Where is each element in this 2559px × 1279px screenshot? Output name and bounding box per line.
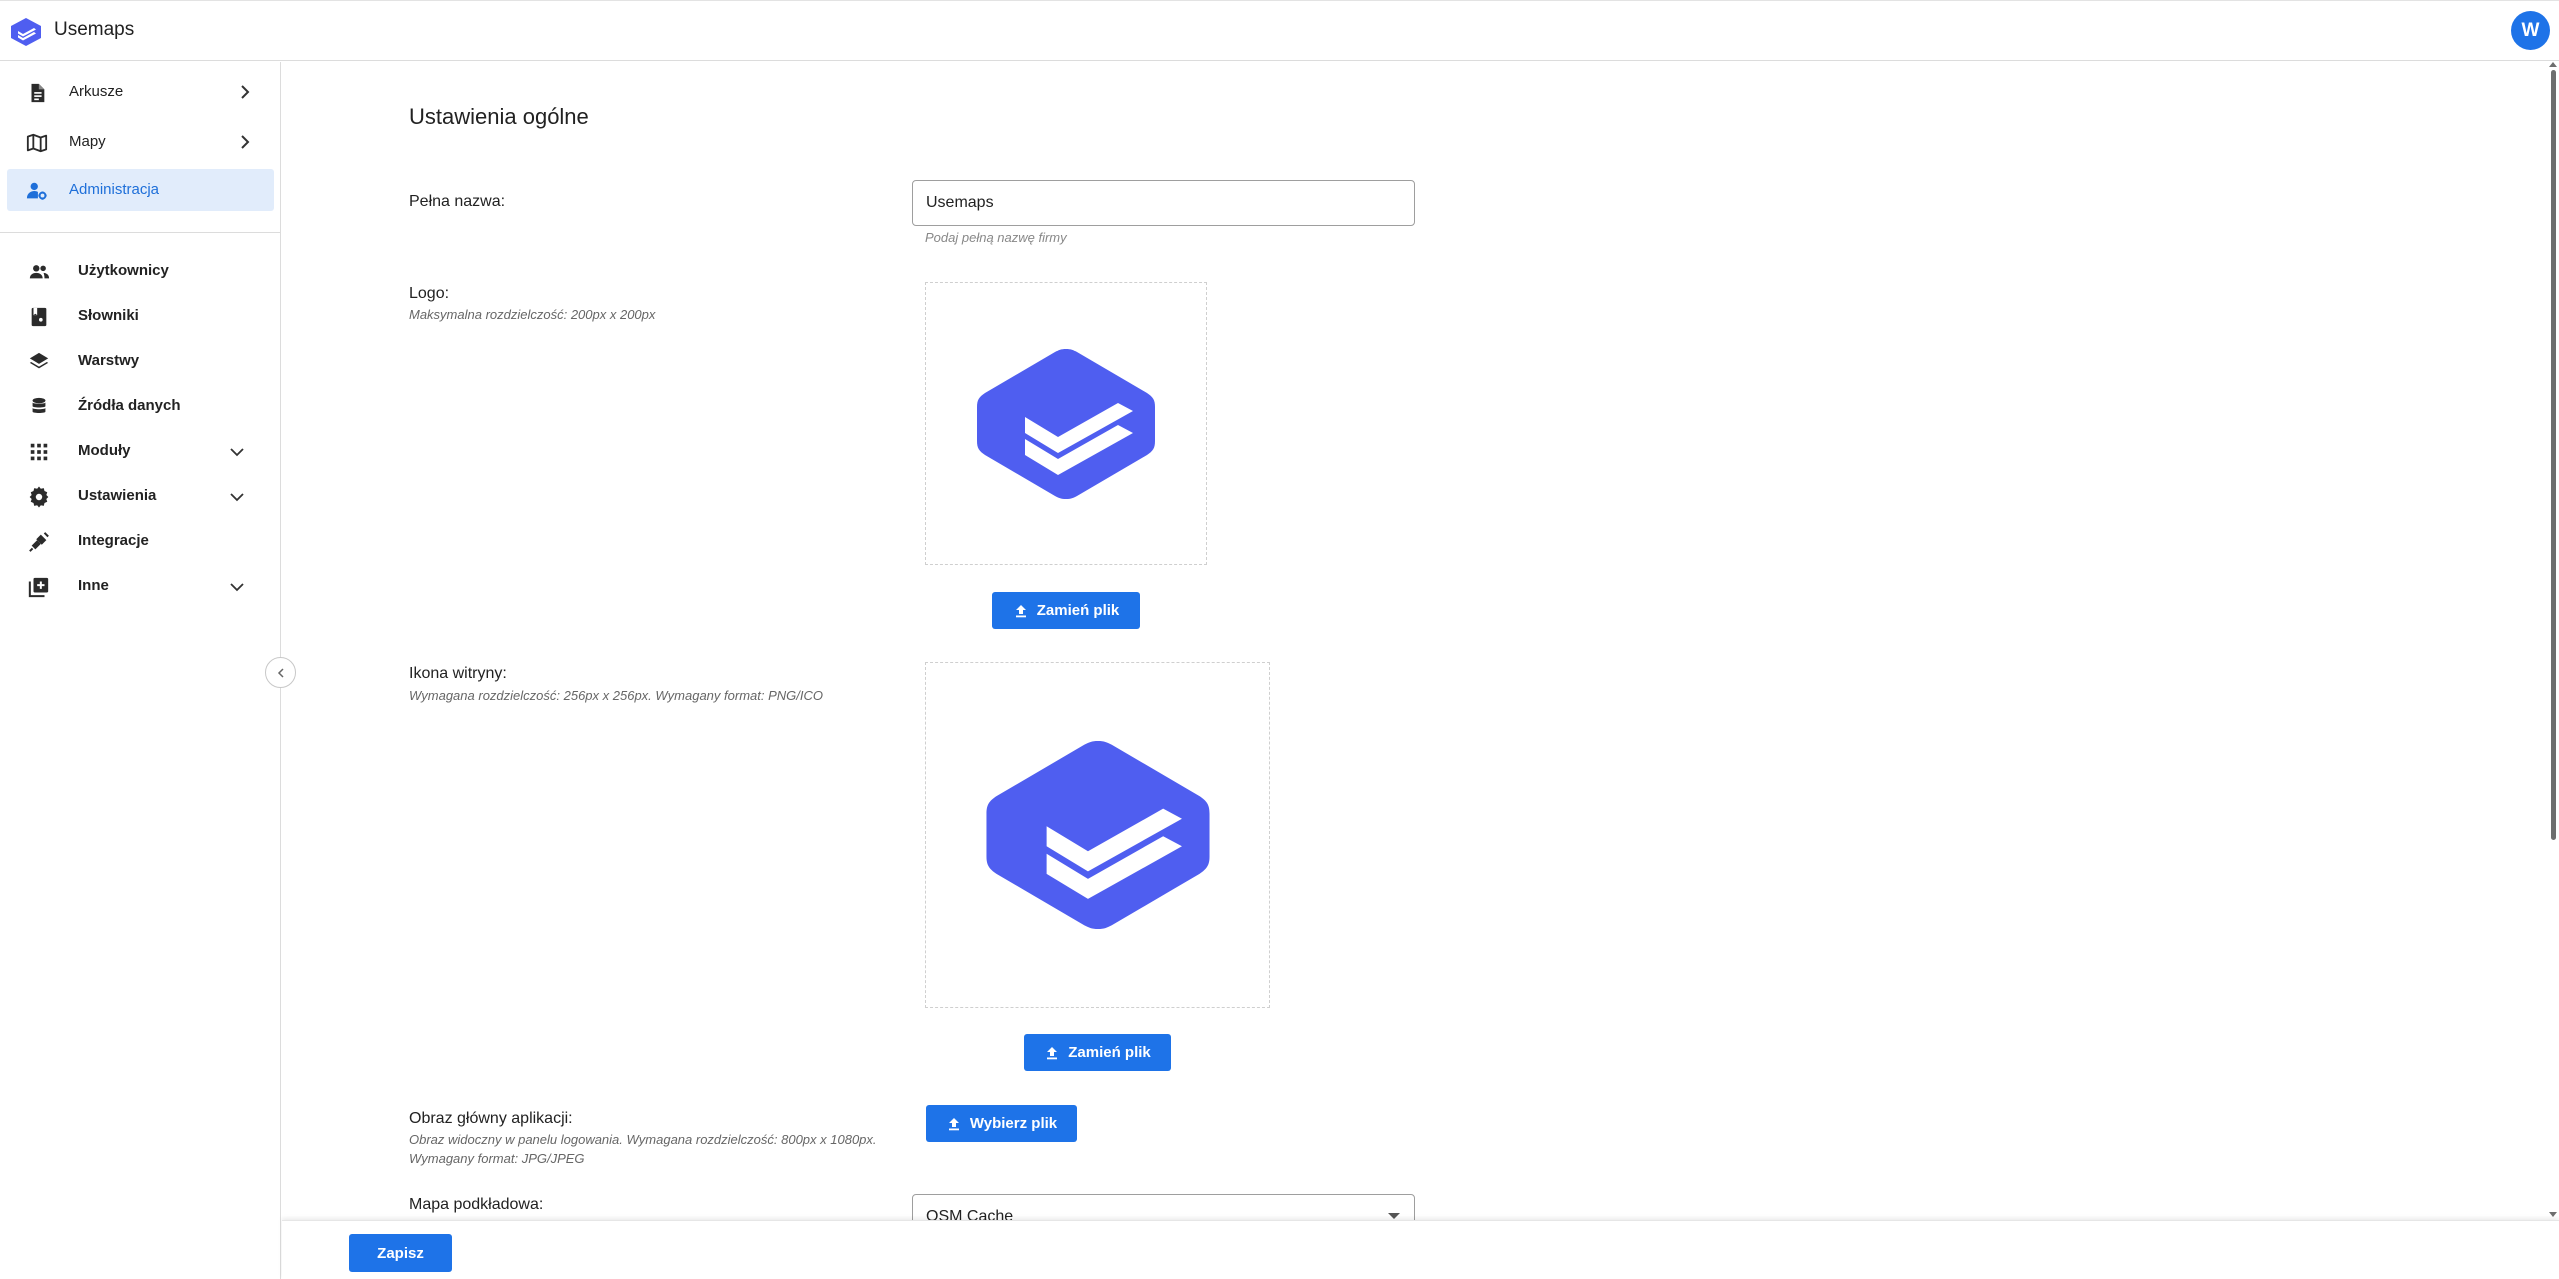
button-label: Zamień plik xyxy=(1068,1044,1151,1061)
sidebar-item-label: Warstwy xyxy=(78,352,140,369)
nav-label: Arkusze xyxy=(69,83,124,100)
sidebar-item-label: Słowniki xyxy=(78,307,139,324)
main-image-select-button[interactable]: Wybierz plik xyxy=(926,1105,1077,1142)
nav-label: Administracja xyxy=(69,181,160,198)
chevron-right-icon xyxy=(241,85,250,99)
logo-hint: Maksymalna rozdzielczość: 200px x 200px xyxy=(409,307,656,322)
main-scrollbar[interactable] xyxy=(2548,62,2559,1220)
scroll-down-arrow-icon[interactable] xyxy=(2549,1212,2557,1217)
map-icon xyxy=(26,133,48,153)
base-map-select[interactable]: OSM Cache xyxy=(912,1194,1415,1220)
sidebar: Arkusze Mapy Administracja Użytkownicy S… xyxy=(0,62,281,1279)
nav-item-mapy[interactable]: Mapy xyxy=(7,121,274,163)
favicon-replace-button[interactable]: Zamień plik xyxy=(1024,1034,1171,1071)
button-label: Zamień plik xyxy=(1036,602,1120,619)
add-box-icon xyxy=(28,577,49,598)
sidebar-item-moduly[interactable]: Moduły xyxy=(0,431,281,471)
usemaps-logo-icon[interactable] xyxy=(10,17,42,47)
logo-replace-button[interactable]: Zamień plik xyxy=(992,592,1140,629)
usemaps-logo-icon xyxy=(977,348,1155,499)
nav-item-arkusze[interactable]: Arkusze xyxy=(7,71,274,113)
footer-bar: Zapisz xyxy=(282,1220,2559,1279)
sheet-icon xyxy=(31,83,45,103)
scroll-up-arrow-icon[interactable] xyxy=(2549,62,2557,67)
page-title: Ustawienia ogólne xyxy=(409,104,589,129)
sidebar-item-label: Moduły xyxy=(78,442,131,459)
sidebar-item-integracje[interactable]: Integracje xyxy=(0,521,281,561)
dictionary-icon xyxy=(31,307,47,327)
sidebar-item-label: Integracje xyxy=(78,532,149,549)
sidebar-collapse-button[interactable] xyxy=(265,657,296,688)
sidebar-item-slowniki[interactable]: Słowniki xyxy=(0,296,281,336)
main-image-hint: Obraz widoczny w panelu logowania. Wymag… xyxy=(409,1132,877,1166)
sidebar-item-ustawienia[interactable]: Ustawienia xyxy=(0,476,281,516)
sidebar-item-label: Użytkownicy xyxy=(78,262,169,279)
plug-icon xyxy=(29,532,49,552)
sidebar-item-uzytkownicy[interactable]: Użytkownicy xyxy=(0,251,281,291)
logo-preview xyxy=(925,282,1207,565)
base-map-value: OSM Cache xyxy=(926,1208,1014,1220)
save-button[interactable]: Zapisz xyxy=(349,1234,452,1272)
sidebar-item-label: Inne xyxy=(78,577,109,594)
sidebar-item-warstwy[interactable]: Warstwy xyxy=(0,341,281,381)
upload-icon xyxy=(1047,1046,1058,1059)
user-avatar[interactable]: W xyxy=(2511,11,2550,50)
base-map-label: Mapa podkładowa: xyxy=(409,1196,544,1213)
scroll-thumb[interactable] xyxy=(2551,70,2556,840)
dropdown-arrow-icon xyxy=(1388,1213,1400,1219)
logo-label: Logo: xyxy=(409,285,450,302)
chevron-down-icon xyxy=(230,493,244,502)
usemaps-logo-icon xyxy=(985,741,1210,929)
layers-icon xyxy=(29,352,49,369)
main-content: Ustawienia ogólne Pełna nazwa: Podaj peł… xyxy=(282,62,2559,1220)
sidebar-item-label: Źródła danych xyxy=(78,397,181,414)
app-header: Usemaps W xyxy=(0,0,2559,61)
chevron-down-icon xyxy=(230,448,244,457)
chevron-left-icon xyxy=(277,667,284,678)
full-name-input[interactable] xyxy=(912,180,1415,226)
app-name[interactable]: Usemaps xyxy=(54,19,134,41)
button-label: Wybierz plik xyxy=(969,1115,1058,1132)
sidebar-item-zrodla-danych[interactable]: Źródła danych xyxy=(0,386,281,426)
full-name-helper: Podaj pełną nazwę firmy xyxy=(925,230,1067,245)
favicon-hint: Wymagana rozdzielczość: 256px x 256px. W… xyxy=(409,688,823,703)
users-icon xyxy=(29,265,50,279)
main-image-label: Obraz główny aplikacji: xyxy=(409,1110,573,1127)
admin-icon xyxy=(26,182,47,200)
nav-item-administracja[interactable]: Administracja xyxy=(7,169,274,211)
full-name-label: Pełna nazwa: xyxy=(409,193,506,210)
sidebar-item-inne[interactable]: Inne xyxy=(0,566,281,606)
chevron-down-icon xyxy=(230,583,244,592)
gear-icon xyxy=(29,486,49,508)
upload-icon xyxy=(1015,604,1026,617)
favicon-label: Ikona witryny: xyxy=(409,665,507,682)
database-icon xyxy=(32,397,46,413)
sidebar-divider xyxy=(0,232,281,233)
favicon-preview xyxy=(925,662,1270,1008)
grid-icon xyxy=(30,443,48,461)
chevron-right-icon xyxy=(241,135,250,149)
sidebar-item-label: Ustawienia xyxy=(78,487,157,504)
upload-icon xyxy=(948,1117,959,1130)
nav-label: Mapy xyxy=(69,133,106,150)
